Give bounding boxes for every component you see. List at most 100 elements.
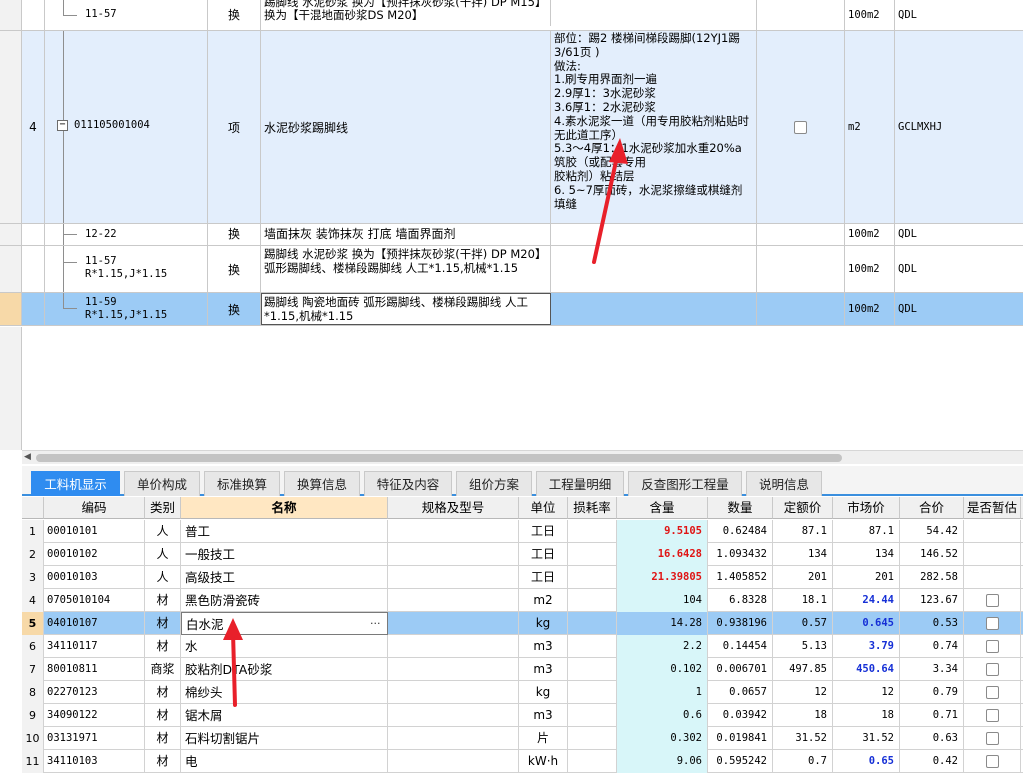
- resource-code[interactable]: 0705010104: [44, 589, 145, 612]
- resource-market[interactable]: 0.65: [833, 750, 900, 773]
- resource-qty[interactable]: 0.102: [617, 658, 708, 681]
- resource-qty[interactable]: 9.06: [617, 750, 708, 773]
- resource-code[interactable]: 00010103: [44, 566, 145, 589]
- item-name[interactable]: 水泥砂浆踢脚线: [261, 31, 551, 223]
- resource-num[interactable]: 0.03942: [708, 704, 773, 727]
- resource-code[interactable]: 00010102: [44, 543, 145, 566]
- resource-row[interactable]: 4 0705010104 材黑色防滑瓷砖 m2 104 6.8328 18.1 24.44 12…: [22, 589, 1023, 612]
- resource-unit[interactable]: m3: [519, 635, 568, 658]
- col-header-num[interactable]: 数量: [708, 497, 773, 519]
- resource-market[interactable]: 450.64: [833, 658, 900, 681]
- col-header-loss[interactable]: 损耗率: [568, 497, 617, 519]
- resource-sum[interactable]: 0.71: [900, 704, 964, 727]
- col-header-type[interactable]: 类别: [145, 497, 181, 519]
- resource-unit[interactable]: 工日: [519, 543, 568, 566]
- resource-code[interactable]: 34110103: [44, 750, 145, 773]
- resource-type[interactable]: 材: [145, 727, 181, 750]
- item-name[interactable]: 踢脚线 水泥砂浆 换为【预拌抹灰砂浆(干拌) DP M20】 弧形踢脚线、楼梯段…: [261, 246, 551, 292]
- row-gutter[interactable]: [0, 224, 22, 245]
- resource-row[interactable]: 7 80010811 商浆 胶粘剂DTA砂浆 m3 0.102 0.006701 497.85…: [22, 658, 1023, 681]
- resource-num[interactable]: 1.093432: [708, 543, 773, 566]
- resource-quota[interactable]: 201: [773, 566, 833, 589]
- item-name-editor[interactable]: 踢脚线 陶瓷地面砖 弧形踢脚线、楼梯段踢脚线 人工*1.15,机械*1.15: [261, 293, 551, 325]
- col-header-temp[interactable]: 是否暂估: [964, 497, 1021, 519]
- sub-item-row[interactable]: 12-22 换 墙面抹灰 装饰抹灰 打底 墙面界面剂 100m2 QDL: [0, 224, 1023, 246]
- resource-market[interactable]: 87.1: [833, 520, 900, 543]
- resource-row[interactable]: 10 03131971 材石料切割锯片片 0.302 0.019841 31.52 31.5…: [22, 727, 1023, 750]
- tab-reverse-graphic-quantity[interactable]: 反查图形工程量: [628, 471, 742, 496]
- resource-type[interactable]: 人: [145, 566, 181, 589]
- resource-sum[interactable]: 123.67: [900, 589, 964, 612]
- resource-sum[interactable]: 0.63: [900, 727, 964, 750]
- checkbox-icon[interactable]: [985, 755, 999, 768]
- resource-name[interactable]: 水: [181, 635, 388, 658]
- resource-market[interactable]: 12: [833, 681, 900, 704]
- resource-code[interactable]: 00010101: [44, 520, 145, 543]
- checkbox-icon[interactable]: [985, 732, 999, 745]
- resource-qty[interactable]: 2.2: [617, 635, 708, 658]
- resource-sum[interactable]: 0.74: [900, 635, 964, 658]
- sub-item-row[interactable]: 11-57 换 踢脚线 水泥砂浆 换为【预拌抹灰砂浆(干拌) DP M15】 换…: [0, 0, 1023, 31]
- resource-row[interactable]: 9 34090122 材锯木屑 m3 0.6 0.03942 18 18 0.71: [22, 704, 1023, 727]
- resource-market[interactable]: 31.52: [833, 727, 900, 750]
- row-gutter[interactable]: [0, 293, 22, 325]
- resource-type[interactable]: 材: [145, 750, 181, 773]
- item-name[interactable]: 墙面抹灰 装饰抹灰 打底 墙面界面剂: [261, 224, 551, 245]
- resource-sum[interactable]: 3.34: [900, 658, 964, 681]
- col-header-market[interactable]: 市场价: [833, 497, 900, 519]
- resource-qty[interactable]: 14.28: [617, 612, 708, 635]
- col-header-quota[interactable]: 定额价: [773, 497, 833, 519]
- resource-row[interactable]: 3 00010103 人高级技工 工日 21.39805 1.405852 201 201 28…: [22, 566, 1023, 589]
- resource-unit[interactable]: 工日: [519, 520, 568, 543]
- resource-type[interactable]: 材: [145, 612, 181, 635]
- resource-name[interactable]: 棉纱头: [181, 681, 388, 704]
- resource-name[interactable]: 石料切割锯片: [181, 727, 388, 750]
- resource-name[interactable]: 锯木屑: [181, 704, 388, 727]
- resource-num[interactable]: 0.0657: [708, 681, 773, 704]
- resource-name[interactable]: 高级技工: [181, 566, 388, 589]
- resource-num[interactable]: 0.006701: [708, 658, 773, 681]
- resource-name[interactable]: 胶粘剂DTA砂浆: [181, 658, 388, 681]
- checkbox-icon[interactable]: [985, 640, 999, 653]
- resource-sum[interactable]: 0.79: [900, 681, 964, 704]
- resource-unit[interactable]: kg: [519, 681, 568, 704]
- resource-unit[interactable]: kW·h: [519, 750, 568, 773]
- resource-code[interactable]: 34110117: [44, 635, 145, 658]
- resource-quota[interactable]: 0.7: [773, 750, 833, 773]
- resource-code[interactable]: 04010107: [44, 612, 145, 635]
- row-gutter[interactable]: [0, 0, 22, 30]
- resource-unit[interactable]: 工日: [519, 566, 568, 589]
- sub-item-row-selected[interactable]: 11-59 R*1.15,J*1.15 换 踢脚线 陶瓷地面砖 弧形踢脚线、楼梯…: [0, 293, 1023, 326]
- resource-qty[interactable]: 1: [617, 681, 708, 704]
- collapse-minus-icon[interactable]: −: [57, 120, 68, 131]
- ellipsis-button[interactable]: ···: [370, 612, 381, 635]
- resource-type[interactable]: 商浆: [145, 658, 181, 681]
- tab-unit-price-composition[interactable]: 单价构成: [124, 471, 200, 496]
- scrollbar-thumb[interactable]: [36, 454, 842, 462]
- checkbox-icon[interactable]: [985, 709, 999, 722]
- col-header-name[interactable]: 名称: [181, 497, 388, 519]
- resource-quota[interactable]: 18: [773, 704, 833, 727]
- horizontal-scrollbar[interactable]: ◀: [22, 450, 1023, 464]
- resource-num[interactable]: 0.595242: [708, 750, 773, 773]
- resource-name[interactable]: 黑色防滑瓷砖: [181, 589, 388, 612]
- tab-pricing-scheme[interactable]: 组价方案: [456, 471, 532, 496]
- resource-type[interactable]: 材: [145, 635, 181, 658]
- col-header-unit[interactable]: 单位: [519, 497, 568, 519]
- resource-market[interactable]: 24.44: [833, 589, 900, 612]
- resource-num[interactable]: 1.405852: [708, 566, 773, 589]
- resource-type[interactable]: 材: [145, 589, 181, 612]
- resource-quota[interactable]: 497.85: [773, 658, 833, 681]
- tab-standard-conversion[interactable]: 标准换算: [204, 471, 280, 496]
- resource-name-editor[interactable]: 白水泥: [181, 612, 388, 635]
- item-name[interactable]: 踢脚线 水泥砂浆 换为【预拌抹灰砂浆(干拌) DP M15】 换为【干混地面砂浆…: [261, 0, 551, 26]
- resource-num[interactable]: 0.019841: [708, 727, 773, 750]
- resource-row-selected[interactable]: 5 04010107 材白水泥 ··· kg 14.28 0.938196 0.57 0.645…: [22, 612, 1023, 635]
- sub-item-row[interactable]: 11-57 R*1.15,J*1.15 换 踢脚线 水泥砂浆 换为【预拌抹灰砂浆…: [0, 246, 1023, 293]
- resource-qty[interactable]: 9.5105: [617, 520, 708, 543]
- resource-row[interactable]: 8 02270123 材棉纱头 kg 1 0.0657 12 12 0.79: [22, 681, 1023, 704]
- resource-quota[interactable]: 12: [773, 681, 833, 704]
- resource-sum[interactable]: 54.42: [900, 520, 964, 543]
- resource-qty[interactable]: 104: [617, 589, 708, 612]
- tab-notes[interactable]: 说明信息: [746, 471, 822, 496]
